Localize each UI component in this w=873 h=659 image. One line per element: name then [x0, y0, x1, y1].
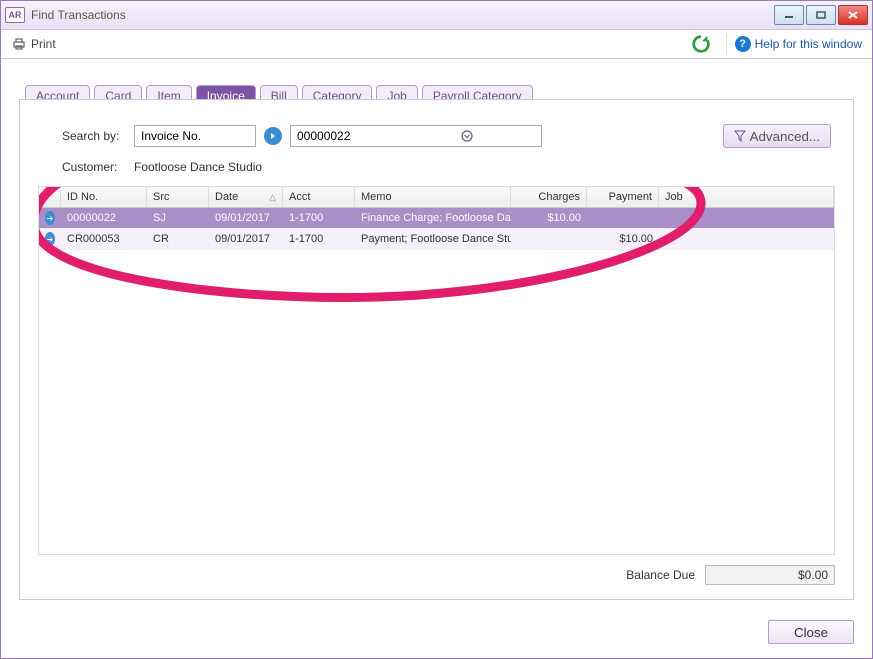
help-icon: ?	[735, 36, 751, 52]
cell-src: CR	[147, 229, 209, 249]
cell-id: 00000022	[61, 208, 147, 228]
maximize-button[interactable]	[806, 5, 836, 25]
maximize-icon	[815, 10, 827, 20]
results-table: ID No. Src Date Acct Memo Charges Paymen…	[38, 186, 835, 555]
balance-row: Balance Due $0.00	[38, 565, 835, 585]
col-src[interactable]: Src	[147, 187, 209, 207]
cell-charges	[511, 229, 587, 249]
window-title: Find Transactions	[31, 8, 772, 22]
col-charges[interactable]: Charges	[511, 187, 587, 207]
search-row: Search by: Advanced...	[62, 124, 835, 148]
col-id[interactable]: ID No.	[61, 187, 147, 207]
cell-charges: $10.00	[511, 208, 587, 228]
app-window: AR Find Transactions Print ?	[0, 0, 873, 659]
customer-value: Footloose Dance Studio	[134, 160, 262, 174]
toolbar-divider	[726, 34, 727, 54]
close-icon	[847, 10, 859, 20]
arrow-right-icon	[269, 132, 277, 140]
search-go-button[interactable]	[264, 127, 282, 145]
help-link[interactable]: ? Help for this window	[735, 36, 862, 52]
row-open-icon[interactable]: ➔	[45, 232, 55, 246]
search-by-label: Search by:	[62, 129, 128, 143]
table-row[interactable]: ➔ CR000053 CR 09/01/2017 1-1700 Payment;…	[39, 229, 834, 250]
customer-row: Customer: Footloose Dance Studio	[62, 160, 835, 174]
main-panel: Search by: Advanced... Cu	[19, 99, 854, 600]
window-close-button[interactable]	[838, 5, 868, 25]
cell-date: 09/01/2017	[209, 229, 283, 249]
col-date[interactable]: Date	[209, 187, 283, 207]
minimize-button[interactable]	[774, 5, 804, 25]
cell-acct: 1-1700	[283, 208, 355, 228]
col-payment[interactable]: Payment	[587, 187, 659, 207]
toolbar: Print ? Help for this window	[1, 30, 872, 59]
table-row[interactable]: ➔ 00000022 SJ 09/01/2017 1-1700 Finance …	[39, 208, 834, 229]
col-expand[interactable]	[39, 187, 61, 207]
help-label: Help for this window	[755, 37, 862, 51]
print-button[interactable]: Print	[11, 36, 56, 52]
advanced-label: Advanced...	[750, 129, 820, 144]
advanced-button[interactable]: Advanced...	[723, 124, 831, 148]
search-by-combo[interactable]	[134, 125, 256, 147]
cell-payment	[587, 208, 659, 228]
cell-job	[659, 208, 834, 228]
footer: Close	[768, 620, 854, 644]
table-header: ID No. Src Date Acct Memo Charges Paymen…	[39, 187, 834, 208]
cell-acct: 1-1700	[283, 229, 355, 249]
col-acct[interactable]: Acct	[283, 187, 355, 207]
customer-label: Customer:	[62, 160, 128, 174]
col-memo[interactable]: Memo	[355, 187, 511, 207]
col-job[interactable]: Job	[659, 187, 834, 207]
app-icon: AR	[5, 7, 25, 23]
dropdown-chevron-icon	[461, 130, 473, 142]
search-value-input[interactable]	[291, 127, 458, 145]
search-value-clear-button[interactable]	[458, 126, 476, 146]
refresh-icon[interactable]	[690, 33, 712, 55]
titlebar: AR Find Transactions	[1, 1, 872, 30]
cell-memo: Payment; Footloose Dance Studio	[355, 229, 511, 249]
minimize-icon	[783, 10, 795, 20]
row-open-icon[interactable]: ➔	[45, 211, 55, 225]
cell-job	[659, 229, 834, 249]
print-icon	[11, 36, 27, 52]
print-label: Print	[31, 37, 56, 51]
funnel-icon	[734, 130, 746, 142]
search-value-field[interactable]	[290, 125, 542, 147]
cell-src: SJ	[147, 208, 209, 228]
cell-id: CR000053	[61, 229, 147, 249]
balance-label: Balance Due	[626, 568, 695, 582]
cell-date: 09/01/2017	[209, 208, 283, 228]
close-button[interactable]: Close	[768, 620, 854, 644]
cell-payment: $10.00	[587, 229, 659, 249]
cell-memo: Finance Charge; Footloose Dance Studio	[355, 208, 511, 228]
balance-value: $0.00	[705, 565, 835, 585]
